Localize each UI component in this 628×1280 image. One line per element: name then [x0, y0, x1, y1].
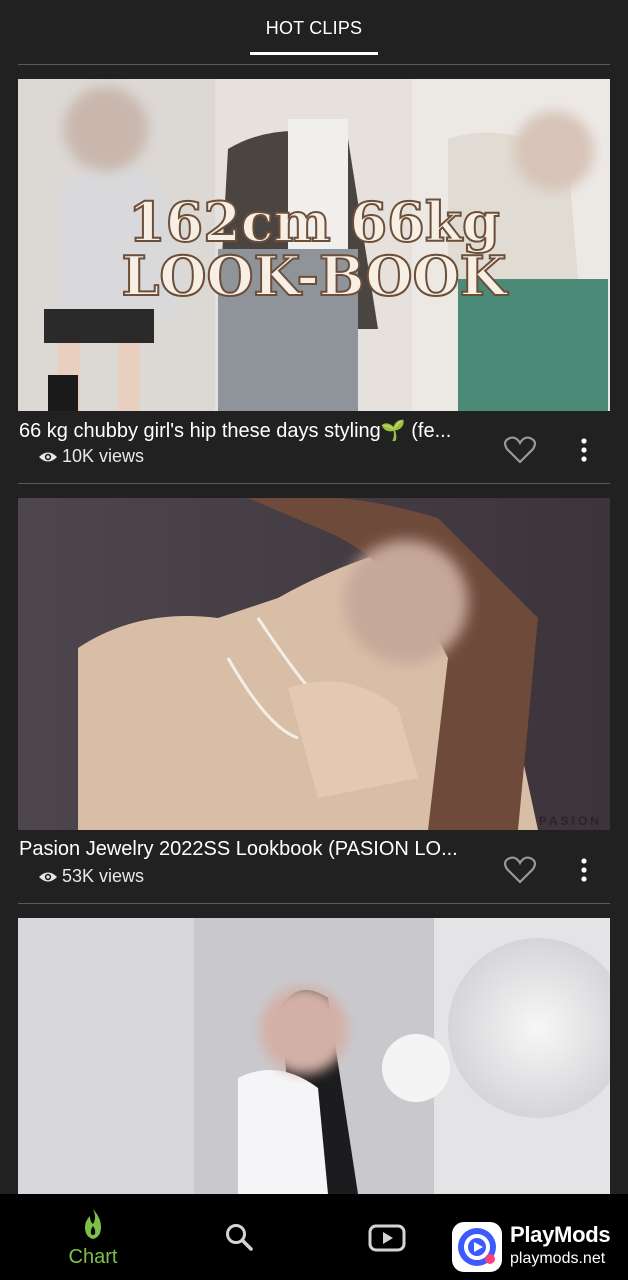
eye-icon [39, 872, 57, 881]
nav-chart-label: Chart [68, 1246, 118, 1268]
card-divider [18, 483, 610, 484]
clip-title[interactable]: 66 kg chubby girl's hip these days styli… [19, 418, 489, 443]
more-options-icon[interactable] [572, 856, 596, 884]
heart-icon[interactable] [503, 435, 537, 465]
nav-search[interactable] [220, 1194, 260, 1280]
watermark-url: playmods.net [510, 1250, 606, 1267]
thumbnail-brand-text: PASION [539, 814, 602, 828]
nav-chart[interactable]: Chart [52, 1194, 134, 1280]
thumbnail-overlay-line2: LOOK-BOOK [121, 244, 508, 308]
nav-video[interactable] [366, 1194, 410, 1280]
clip-views-text: 53K views [62, 866, 145, 886]
eye-icon [39, 452, 57, 461]
clip-views: 53K views [38, 866, 144, 887]
heart-icon[interactable] [503, 855, 537, 885]
card-divider [18, 903, 610, 904]
clip-title[interactable]: Pasion Jewelry 2022SS Lookbook (PASION L… [19, 838, 489, 861]
clip-thumbnail[interactable] [18, 918, 610, 1194]
flame-icon [85, 1209, 101, 1239]
clip-thumbnail[interactable]: PASION [18, 498, 610, 830]
video-play-icon [368, 1224, 406, 1252]
clip-thumbnail[interactable]: 162cm 66kg LOOK-BOOK [18, 79, 610, 411]
clip-views-text: 10K views [62, 446, 145, 466]
clip-views: 10K views [38, 446, 144, 467]
playmods-logo [452, 1222, 502, 1272]
clips-feed[interactable]: 162cm 66kg LOOK-BOOK 66 kg chubby girl's… [0, 0, 628, 1280]
playmods-watermark: PlayMods playmods.net [448, 1218, 628, 1280]
more-options-icon[interactable] [572, 436, 596, 464]
search-icon [226, 1224, 253, 1251]
watermark-name: PlayMods [510, 1222, 611, 1247]
